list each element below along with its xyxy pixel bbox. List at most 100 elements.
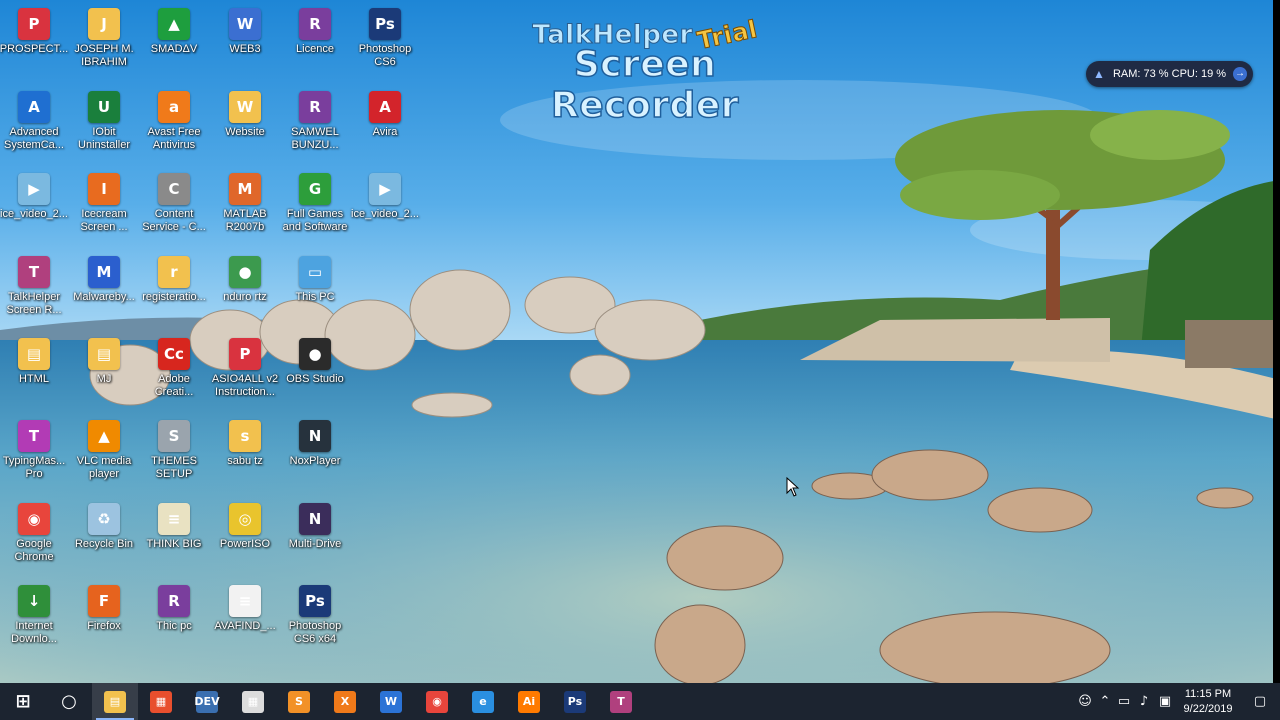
desktop-icon[interactable]: G Full Games and Software: [281, 167, 349, 247]
taskbar-chrome-button[interactable]: ◉: [414, 683, 460, 720]
desktop-icon-label: Internet Downlo...: [11, 620, 57, 645]
desktop-icon[interactable]: N Multi-Drive: [281, 497, 349, 577]
photoshop-icon: Ps: [369, 8, 401, 40]
desktop-icon[interactable]: T TypingMas... Pro: [0, 414, 68, 494]
desktop-icon[interactable]: W WEB3: [211, 2, 279, 82]
taskbar-start-button[interactable]: ⊞: [0, 683, 46, 720]
document-icon: ≡: [158, 503, 190, 535]
taskbar-cortana-button[interactable]: ○: [46, 683, 92, 720]
folder-file-icon: J: [88, 8, 120, 40]
power-icon[interactable]: ▭: [1114, 683, 1134, 720]
file-explorer-icon: ▤: [104, 690, 126, 713]
desktop-icon[interactable]: P PROSPECT...: [0, 2, 68, 82]
desktop-icon[interactable]: ≡ AVAFIND_...: [211, 579, 279, 659]
desktop-icon[interactable]: R SAMWEL BUNZU...: [281, 85, 349, 165]
action-center-icon[interactable]: ▢: [1240, 683, 1280, 720]
dev-tool-icon: DEV: [194, 690, 220, 713]
taskbar-word-button[interactable]: W: [368, 683, 414, 720]
desktop-icon[interactable]: W Website: [211, 85, 279, 165]
desktop-icon[interactable]: S THEMES SETUP: [140, 414, 208, 494]
firefox-icon: F: [88, 585, 120, 617]
desktop-icon[interactable]: r registeratio...: [140, 250, 208, 330]
taskbar-file-explorer-button[interactable]: ▤: [92, 683, 138, 720]
show-hidden-icons-chevron-icon[interactable]: ⌃: [1096, 683, 1114, 720]
desktop-icon[interactable]: ▶ ice_video_2...: [0, 167, 68, 247]
system-monitor-widget[interactable]: ▲ RAM: 73 % CPU: 19 % →: [1086, 61, 1253, 87]
desktop-icon-label: Avira: [372, 126, 398, 138]
desktop-icon[interactable]: ↓ Internet Downlo...: [0, 579, 68, 659]
typingmaster-icon: T: [18, 420, 50, 452]
desktop-icon[interactable]: A Advanced SystemCa...: [0, 85, 68, 165]
avira-antivirus-icon: A: [369, 91, 401, 123]
desktop-icon[interactable]: ♻ Recycle Bin: [70, 497, 138, 577]
desktop-icon[interactable]: ● OBS Studio: [281, 332, 349, 412]
desktop-icon[interactable]: Cc Adobe Creati...: [140, 332, 208, 412]
taskbar-dev-button[interactable]: DEV: [184, 683, 230, 720]
desktop-icon[interactable]: M MATLAB R2007b: [211, 167, 279, 247]
desktop-icon-label: AVAFIND_...: [214, 620, 276, 632]
store-icon: ▦: [150, 690, 172, 713]
desktop-icon[interactable]: A Avira: [351, 85, 419, 165]
desktop-icon-label: HTML: [19, 373, 49, 385]
matlab-icon: M: [229, 173, 261, 205]
malwarebytes-icon: M: [88, 256, 120, 288]
desktop-icon[interactable]: U IObit Uninstaller: [70, 85, 138, 165]
desktop-icon-label: Avast Free Antivirus: [147, 126, 201, 151]
noxplayer-icon: N: [299, 420, 331, 452]
folder-icon: ▤: [88, 338, 120, 370]
desktop-icon-label: Photoshop CS6: [358, 43, 412, 68]
taskbar-illustrator-button[interactable]: Ai: [506, 683, 552, 720]
desktop-icon[interactable]: s sabu tz: [211, 414, 279, 494]
pdf-document-icon: P: [18, 8, 50, 40]
content-service-icon: C: [158, 173, 190, 205]
desktop-icon[interactable]: P ASIO4ALL v2 Instruction...: [211, 332, 279, 412]
desktop-icon[interactable]: ≡ THINK BIG: [140, 497, 208, 577]
volume-icon[interactable]: ♪: [1134, 683, 1154, 720]
desktop-icon[interactable]: ◎ PowerISO: [211, 497, 279, 577]
vlc-player-icon: ▲: [88, 420, 120, 452]
desktop-icon[interactable]: ◉ Google Chrome: [0, 497, 68, 577]
desktop-icon[interactable]: J JOSEPH M. IBRAHIM: [70, 2, 138, 82]
document-icon: ≡: [229, 585, 261, 617]
desktop-icon[interactable]: R Licence: [281, 2, 349, 82]
desktop-icon[interactable]: F Firefox: [70, 579, 138, 659]
desktop-icon[interactable]: R Thic pc: [140, 579, 208, 659]
desktop-icon[interactable]: Ps Photoshop CS6: [351, 2, 419, 82]
desktop-icon[interactable]: ▲ SMADΔV: [140, 2, 208, 82]
iobit-uninstaller-icon: U: [88, 91, 120, 123]
rocket-icon[interactable]: ▲: [1092, 67, 1106, 81]
desktop-icon[interactable]: N NoxPlayer: [281, 414, 349, 494]
clock[interactable]: 11:15 PM 9/22/2019: [1176, 687, 1240, 717]
desktop-icon[interactable]: T TalkHelper Screen R...: [0, 250, 68, 330]
taskbar-photoshop-button[interactable]: Ps: [552, 683, 598, 720]
desktop-icon[interactable]: a Avast Free Antivirus: [140, 85, 208, 165]
desktop-icon[interactable]: ▤ HTML: [0, 332, 68, 412]
taskbar-edge-button[interactable]: e: [460, 683, 506, 720]
taskbar-calendar-button[interactable]: ▦: [230, 683, 276, 720]
desktop-icon-label: Thic pc: [156, 620, 192, 632]
desktop-icon[interactable]: Ps Photoshop CS6 x64: [281, 579, 349, 659]
taskbar-sublime-button[interactable]: S: [276, 683, 322, 720]
desktop-icon[interactable]: ▲ VLC media player: [70, 414, 138, 494]
desktop-icon[interactable]: I Icecream Screen ...: [70, 167, 138, 247]
desktop-icon[interactable]: ▭ This PC: [281, 250, 349, 330]
web3-app-icon: W: [229, 8, 261, 40]
desktop-icon-label: ASIO4ALL v2 Instruction...: [211, 373, 279, 398]
desktop-icon[interactable]: ▤ MJ: [70, 332, 138, 412]
desktop-icon-label: THEMES SETUP: [151, 455, 197, 480]
people-icon[interactable]: ☺: [1074, 683, 1096, 720]
desktop-icon[interactable]: ● nduro rtz: [211, 250, 279, 330]
expand-arrow-icon[interactable]: →: [1233, 67, 1247, 81]
mouse-cursor-icon: [786, 476, 800, 497]
taskbar: ⊞ ○ ▤ ▦ DEV ▦ S X W ◉ e Ai Ps T ☺ ⌃ ▭ ♪ ▣ 11:15 PM 9/…: [0, 683, 1280, 720]
taskbar-talkhelper-button[interactable]: T: [598, 683, 644, 720]
desktop-icon-label: Recycle Bin: [74, 538, 134, 550]
taskbar-xampp-button[interactable]: X: [322, 683, 368, 720]
adobe-creative-cloud-icon: Cc: [158, 338, 190, 370]
desktop-icon[interactable]: M Malwareby...: [70, 250, 138, 330]
winrar-archive-icon: R: [299, 8, 331, 40]
desktop-icon[interactable]: ▶ ice_video_2...: [351, 167, 419, 247]
desktop-icon[interactable]: C Content Service - C...: [140, 167, 208, 247]
network-icon[interactable]: ▣: [1154, 683, 1176, 720]
taskbar-store-button[interactable]: ▦: [138, 683, 184, 720]
